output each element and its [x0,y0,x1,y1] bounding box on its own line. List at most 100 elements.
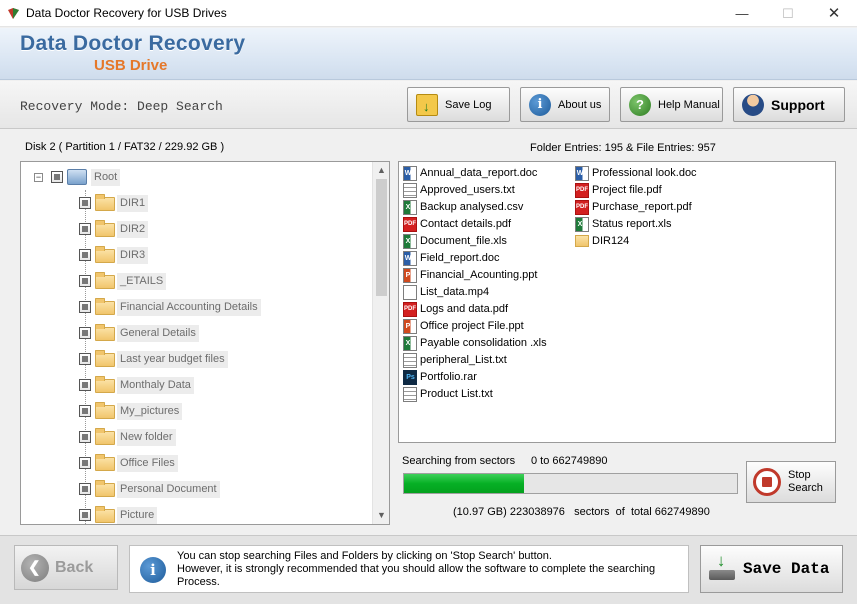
folder-checkbox[interactable] [79,483,91,495]
support-button[interactable]: Support [733,87,845,122]
minimize-button[interactable]: — [719,0,765,27]
file-item[interactable]: Status report.xls [575,216,671,232]
folder-label[interactable]: My_pictures [117,403,183,420]
folder-checkbox[interactable] [79,509,91,521]
folder-checkbox[interactable] [79,327,91,339]
folder-checkbox[interactable] [79,223,91,235]
info-message-line1: You can stop searching Files and Folders… [177,550,552,562]
file-item[interactable]: Payable consolidation .xls [403,335,547,351]
stop-search-button[interactable]: Stop Search [746,461,836,503]
folder-label[interactable]: _ETAILS [117,273,167,290]
file-item[interactable]: Field_report.doc [403,250,500,266]
back-button[interactable]: Back [14,545,118,590]
toolbar: Recovery Mode: Deep Search Save Log Abou… [0,81,857,129]
tree-folder-item[interactable]: Monthaly Data [21,375,373,395]
file-list[interactable]: Annual_data_report.doc Approved_users.txt… [398,161,836,443]
file-item[interactable]: DIR124 [575,233,629,249]
folder-label[interactable]: DIR2 [117,221,149,238]
tree-folder-item[interactable]: _ETAILS [21,271,373,291]
folder-checkbox[interactable] [79,379,91,391]
file-item[interactable]: Logs and data.pdf [403,301,508,317]
file-item[interactable]: Annual_data_report.doc [403,165,537,181]
product-subtitle: USB Drive [94,57,168,74]
tree-folder-item[interactable]: New folder [21,427,373,447]
tree-folder-item[interactable]: DIR2 [21,219,373,239]
file-name: Purchase_report.pdf [592,201,692,213]
file-item[interactable]: Approved_users.txt [403,182,515,198]
folder-file-icon [575,235,589,247]
collapse-icon[interactable]: − [34,173,43,182]
tree-scrollbar[interactable]: ▲ ▼ [372,162,389,524]
file-item[interactable]: Project file.pdf [575,182,662,198]
header-banner: Data Doctor Recovery USB Drive [0,28,857,80]
scroll-thumb[interactable] [376,179,387,296]
tree-folder-item[interactable]: Picture [21,505,373,524]
folder-label[interactable]: New folder [117,429,176,446]
file-name: Status report.xls [592,218,672,230]
scroll-down-icon[interactable]: ▼ [373,507,389,524]
folder-label[interactable]: Personal Document [117,481,220,498]
folder-label[interactable]: Picture [117,507,158,524]
folder-checkbox[interactable] [79,353,91,365]
file-name: List_data.mp4 [420,286,490,298]
file-item[interactable]: Product List.txt [403,386,493,402]
save-data-button[interactable]: Save Data [700,545,843,593]
info-message-box: You can stop searching Files and Folders… [129,545,689,593]
close-button[interactable]: ✕ [811,0,857,27]
folder-label[interactable]: DIR3 [117,247,149,264]
help-manual-button[interactable]: Help Manual [620,87,723,122]
folder-icon [95,454,115,471]
tree-root-checkbox[interactable] [51,171,63,183]
folder-label[interactable]: General Details [117,325,199,342]
psd-file-icon [403,369,417,385]
file-item[interactable]: List_data.mp4 [403,284,489,300]
folder-checkbox[interactable] [79,301,91,313]
brand-title: Data Doctor Recovery [20,32,246,55]
tree-folder-item[interactable]: My_pictures [21,401,373,421]
tree-root-label[interactable]: Root [91,169,121,186]
folder-checkbox[interactable] [79,457,91,469]
tree-root[interactable]: − Root [21,167,373,187]
txt-file-icon [403,182,417,198]
tree-folder-item[interactable]: General Details [21,323,373,343]
pdf-file-icon [575,182,589,198]
file-name: DIR124 [592,235,630,247]
folder-label[interactable]: Monthaly Data [117,377,194,394]
tree-folder-item[interactable]: Office Files [21,453,373,473]
file-item[interactable]: Backup analysed.csv [403,199,523,215]
folder-tree[interactable]: − Root DIR1 DIR2 DIR3 _ETAILS Financial Acco… [20,161,390,525]
folder-checkbox[interactable] [79,197,91,209]
folder-label[interactable]: Office Files [117,455,178,472]
file-item[interactable]: Purchase_report.pdf [575,199,692,215]
folder-icon [95,350,115,367]
folder-checkbox[interactable] [79,275,91,287]
folder-label[interactable]: DIR1 [117,195,149,212]
scroll-up-icon[interactable]: ▲ [373,162,389,179]
tree-folder-item[interactable]: DIR3 [21,245,373,265]
pdf-file-icon [403,301,417,317]
file-item[interactable]: Office project File.ppt [403,318,524,334]
file-item[interactable]: Contact details.pdf [403,216,511,232]
tree-folder-item[interactable]: Last year budget files [21,349,373,369]
file-item[interactable]: Financial_Acounting.ppt [403,267,537,283]
folder-checkbox[interactable] [79,249,91,261]
tree-folder-item[interactable]: Personal Document [21,479,373,499]
folder-icon [95,324,115,341]
folder-label[interactable]: Financial Accounting Details [117,299,261,316]
tree-folder-item[interactable]: Financial Accounting Details [21,297,373,317]
folder-icon [95,246,115,263]
folder-checkbox[interactable] [79,431,91,443]
file-item[interactable]: Document_file.xls [403,233,507,249]
folder-label[interactable]: Last year budget files [117,351,228,368]
sectors-status: (10.97 GB) 223038976 sectors of total 66… [453,506,710,518]
file-item[interactable]: Portfolio.rar [403,369,477,385]
maximize-button[interactable]: ☐ [765,0,811,27]
file-item[interactable]: Professional look.doc [575,165,697,181]
tree-folder-item[interactable]: DIR1 [21,193,373,213]
file-item[interactable]: peripheral_List.txt [403,352,507,368]
save-log-button[interactable]: Save Log [407,87,510,122]
file-name: Contact details.pdf [420,218,512,230]
folder-checkbox[interactable] [79,405,91,417]
about-us-button[interactable]: About us [520,87,610,122]
drive-icon [67,169,87,185]
